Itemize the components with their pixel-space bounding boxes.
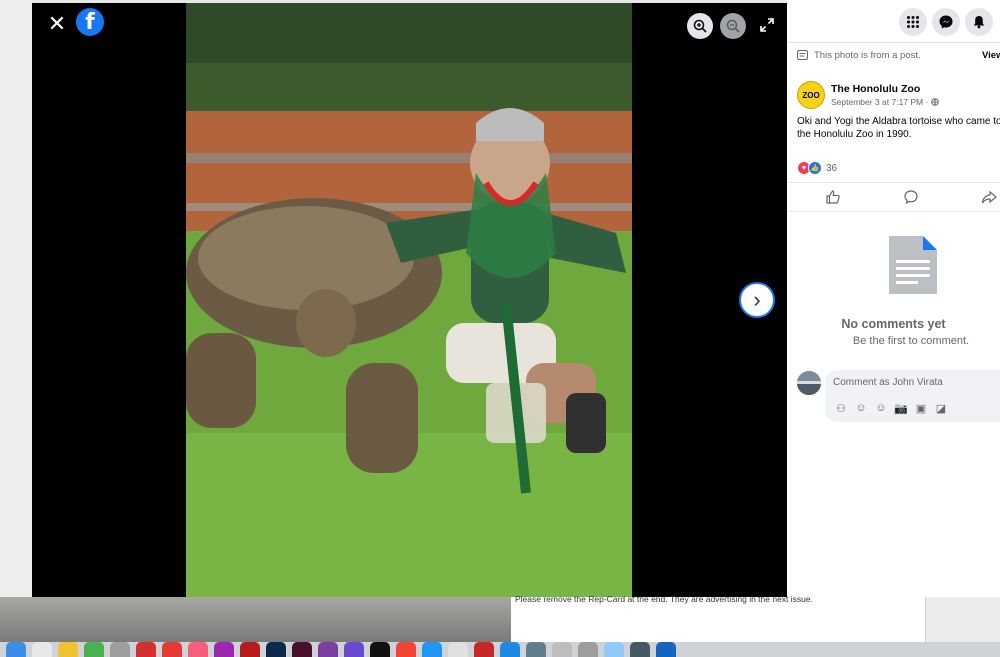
comment-placeholder: Comment as John Virata: [833, 377, 943, 388]
background-window-image: [0, 597, 511, 642]
share-button[interactable]: [981, 189, 997, 205]
commenter-avatar-image: [797, 371, 821, 395]
background-document-window: Please remove the Rep-Card at the end. T…: [511, 594, 925, 642]
zoom-in-button[interactable]: [687, 13, 713, 39]
messenger-icon: [939, 15, 953, 29]
post-note-text: This photo is from a post.: [814, 50, 921, 61]
gif-icon[interactable]: ▣: [913, 400, 929, 416]
facebook-logo[interactable]: f: [76, 8, 104, 36]
dock-music-icon[interactable]: [188, 642, 208, 657]
avatar-sticker-icon[interactable]: ⚇: [833, 400, 849, 416]
dock-finder-icon[interactable]: [6, 642, 26, 657]
dock-app-purple-icon[interactable]: [318, 642, 338, 657]
dock-app-dark-red-icon[interactable]: [240, 642, 260, 657]
dock-app-violet-icon[interactable]: [344, 642, 364, 657]
dock-app-light-icon[interactable]: [552, 642, 572, 657]
globe-icon: [930, 98, 939, 106]
dock-chrome-icon[interactable]: [448, 642, 468, 657]
dock-calendar-icon[interactable]: [162, 642, 182, 657]
page-avatar-logo: ZOO: [802, 90, 820, 100]
chevron-right-icon: ›: [753, 287, 761, 312]
background-document-text: Please remove the Rep-Card at the end. T…: [515, 594, 813, 604]
close-button[interactable]: ✕: [46, 13, 68, 35]
page-avatar[interactable]: ZOO: [797, 81, 825, 109]
comment-input[interactable]: Comment as John Virata ⚇ ☺ ☺ 📷 ▣ ◪: [825, 370, 1000, 422]
dock: [0, 642, 1000, 657]
dock-app-gray-icon[interactable]: [526, 642, 546, 657]
dock-app-blue-icon[interactable]: [422, 642, 442, 657]
dock-photos-icon[interactable]: [32, 642, 52, 657]
sticker-icon[interactable]: ◪: [933, 400, 949, 416]
like-reaction-icon: 👍: [808, 161, 822, 175]
page-name-link[interactable]: The Honolulu Zoo: [831, 83, 920, 95]
dock-indesign-icon[interactable]: [292, 642, 312, 657]
messenger-button[interactable]: [932, 8, 960, 36]
dock-folder-icon[interactable]: [604, 642, 624, 657]
camera-icon[interactable]: 📷: [893, 400, 909, 416]
dock-news-icon[interactable]: [396, 642, 416, 657]
dock-preview-icon[interactable]: [578, 642, 598, 657]
zoom-out-button[interactable]: [720, 13, 746, 39]
comment-icon: [904, 190, 918, 205]
background-window-right: [925, 597, 1000, 642]
no-comments-illustration: [887, 234, 939, 301]
commenter-avatar[interactable]: [797, 371, 821, 395]
post-actions-bar: [787, 182, 1000, 212]
thumbs-up-icon: [826, 190, 840, 204]
document-icon: [889, 236, 937, 294]
bell-icon: [973, 16, 985, 29]
post-caption: Oki and Yogi the Aldabra tortoise who ca…: [797, 116, 1000, 140]
grid-icon: [907, 16, 919, 28]
dock-opera-icon[interactable]: [474, 642, 494, 657]
dock-app-slate-icon[interactable]: [630, 642, 650, 657]
post-timestamp-text: September 3 at 7:17 PM ·: [831, 97, 931, 107]
no-comments-heading: No comments yet: [841, 317, 946, 331]
dock-messages-icon[interactable]: [84, 642, 104, 657]
reaction-count: 36: [826, 162, 838, 174]
dock-tv-icon[interactable]: [370, 642, 390, 657]
view-post-link[interactable]: View: [982, 50, 1000, 61]
post-timestamp[interactable]: September 3 at 7:17 PM ·: [831, 97, 939, 107]
smiley-icon[interactable]: ☺: [873, 400, 889, 416]
photo[interactable]: [186, 3, 632, 597]
dock-app-store-icon[interactable]: [500, 642, 520, 657]
be-first-text: Be the first to comment.: [852, 335, 970, 347]
menu-grid-button[interactable]: [899, 8, 927, 36]
photo-viewer: ✕ f ›: [32, 3, 787, 597]
dock-notes-icon[interactable]: [58, 642, 78, 657]
panel-top-bar: [787, 0, 1000, 43]
post-side-panel: This photo is from a post. View ZOO The …: [787, 0, 1000, 597]
fullscreen-button[interactable]: [759, 17, 775, 33]
share-icon: [981, 190, 997, 204]
post-note-icon: [797, 50, 808, 60]
comment-tools: ⚇ ☺ ☺ 📷 ▣ ◪: [833, 400, 949, 416]
photo-image: [186, 3, 632, 597]
emoji-face-icon[interactable]: ☺: [853, 400, 869, 416]
next-photo-button[interactable]: ›: [739, 282, 775, 318]
dock-photoshop-icon[interactable]: [266, 642, 286, 657]
zoom-out-icon: [726, 19, 740, 33]
left-gutter: [0, 0, 32, 597]
dock-app-navy-icon[interactable]: [656, 642, 676, 657]
reaction-summary[interactable]: ♥ 👍 36: [797, 161, 837, 175]
post-note: This photo is from a post. View: [797, 50, 1000, 61]
dock-app-red-icon[interactable]: [136, 642, 156, 657]
zoom-in-icon: [693, 19, 707, 33]
dock-settings-icon[interactable]: [110, 642, 130, 657]
comment-button[interactable]: [903, 189, 919, 205]
like-button[interactable]: [825, 189, 841, 205]
fullscreen-icon: [760, 18, 774, 32]
dock-podcasts-icon[interactable]: [214, 642, 234, 657]
notifications-button[interactable]: [965, 8, 993, 36]
